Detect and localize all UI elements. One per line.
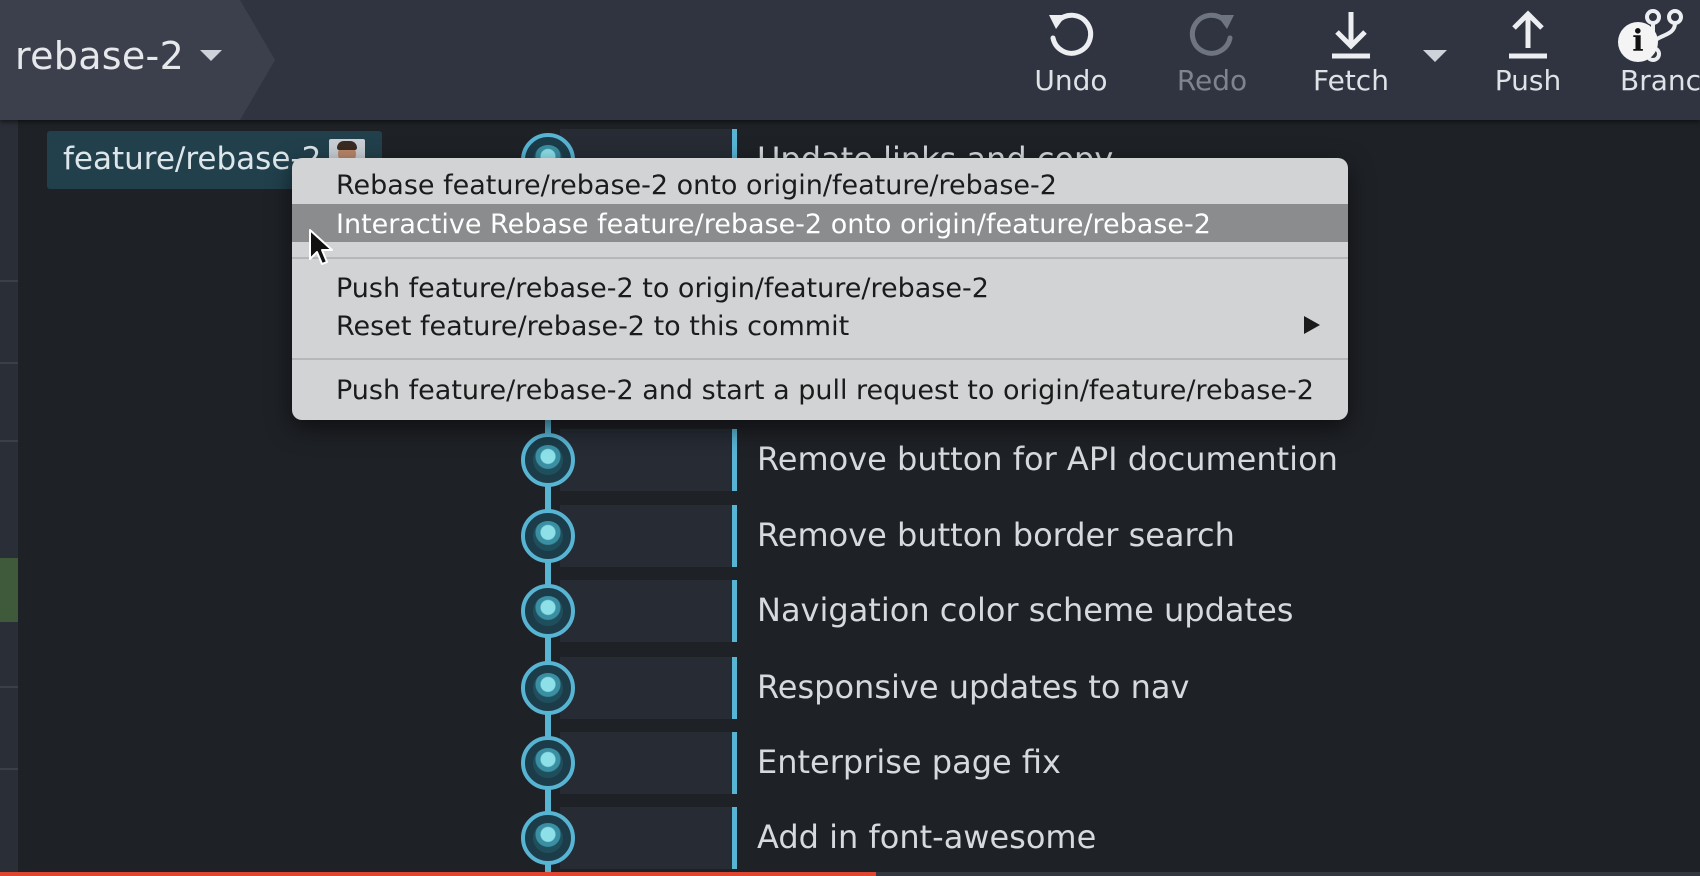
divider	[0, 768, 18, 770]
divider	[0, 686, 18, 688]
fetch-button[interactable]: Fetch	[1310, 0, 1392, 110]
info-icon[interactable]: i	[1618, 22, 1658, 62]
commit-node-icon[interactable]	[521, 584, 575, 638]
menu-separator	[292, 257, 1348, 259]
commit-node-icon[interactable]	[521, 736, 575, 790]
commit-message: Enterprise page fix	[757, 743, 1061, 781]
menu-item-label: Push feature/rebase-2 to origin/feature/…	[336, 273, 989, 304]
repo-selector[interactable]: rebase-2	[0, 0, 275, 120]
branch-ref-name: feature/rebase-2	[63, 141, 322, 177]
menu-item-label: Rebase feature/rebase-2 onto origin/feat…	[336, 170, 1057, 201]
fetch-label: Fetch	[1313, 64, 1389, 97]
chevron-right-icon	[1304, 316, 1320, 334]
commit-message: Remove button border search	[757, 516, 1235, 554]
commit-row[interactable]: Enterprise page fix	[560, 732, 1700, 794]
push-button[interactable]: Push	[1488, 0, 1568, 110]
commit-row[interactable]: Responsive updates to nav	[560, 657, 1700, 719]
commit-bar	[560, 580, 735, 642]
push-label: Push	[1494, 64, 1562, 97]
commit-bar-edge	[732, 807, 737, 869]
commit-bar	[560, 505, 735, 567]
menu-item-interactive-rebase[interactable]: Interactive Rebase feature/rebase-2 onto…	[292, 204, 1348, 242]
commit-bar-edge	[732, 429, 737, 491]
menu-item-reset[interactable]: Reset feature/rebase-2 to this commit	[292, 306, 1348, 344]
menu-item-label: Interactive Rebase feature/rebase-2 onto…	[336, 209, 1211, 240]
upload-arrow-icon	[1503, 8, 1553, 66]
commit-node-icon[interactable]	[521, 661, 575, 715]
commit-node-icon[interactable]	[521, 509, 575, 563]
progress-fill	[0, 872, 876, 876]
undo-button[interactable]: Undo	[1030, 0, 1112, 110]
undo-label: Undo	[1034, 64, 1108, 97]
toolbar: rebase-2 Undo Redo Fetch Push Branc	[0, 0, 1700, 120]
branch-marker	[0, 558, 18, 622]
redo-icon	[1185, 8, 1239, 66]
commit-bar-edge	[732, 657, 737, 719]
commit-bar-edge	[732, 505, 737, 567]
commit-node-icon[interactable]	[521, 433, 575, 487]
commit-bar	[560, 807, 735, 869]
undo-icon	[1044, 8, 1098, 66]
menu-item-label: Reset feature/rebase-2 to this commit	[336, 311, 850, 342]
caret-down-icon[interactable]	[200, 50, 222, 61]
commit-bar	[560, 657, 735, 719]
mouse-pointer-icon	[307, 228, 335, 272]
commit-row[interactable]: Remove button border search	[560, 505, 1700, 567]
redo-label: Redo	[1176, 64, 1248, 97]
download-arrow-icon	[1326, 8, 1376, 66]
context-menu: Rebase feature/rebase-2 onto origin/feat…	[292, 158, 1348, 420]
divider	[0, 280, 18, 282]
commit-bar-edge	[732, 732, 737, 794]
commit-message: Remove button for API documention	[757, 440, 1338, 478]
video-progress-bar[interactable]	[0, 872, 1700, 876]
commit-node-icon[interactable]	[521, 811, 575, 865]
commit-message: Add in font-awesome	[757, 818, 1097, 856]
repo-name[interactable]: rebase-2	[15, 34, 184, 78]
commit-message: Navigation color scheme updates	[757, 591, 1294, 629]
menu-item-push-pull-request[interactable]: Push feature/rebase-2 and start a pull r…	[292, 370, 1348, 408]
menu-item-rebase[interactable]: Rebase feature/rebase-2 onto origin/feat…	[292, 165, 1348, 203]
menu-item-label: Push feature/rebase-2 and start a pull r…	[336, 375, 1314, 406]
redo-button[interactable]: Redo	[1172, 0, 1252, 110]
commit-row[interactable]: Navigation color scheme updates	[560, 580, 1700, 642]
menu-separator	[292, 358, 1348, 360]
divider	[0, 440, 18, 442]
left-panel-edge	[0, 120, 18, 876]
commit-message: Responsive updates to nav	[757, 668, 1190, 706]
commit-row[interactable]: Add in font-awesome	[560, 807, 1700, 869]
commit-bar	[560, 732, 735, 794]
commit-bar	[560, 429, 735, 491]
divider	[0, 362, 18, 364]
fetch-dropdown-icon[interactable]	[1423, 50, 1447, 62]
commit-bar-edge	[732, 580, 737, 642]
commit-row[interactable]: Remove button for API documention	[560, 429, 1700, 491]
branch-label-text: Branc	[1620, 64, 1700, 97]
menu-item-push[interactable]: Push feature/rebase-2 to origin/feature/…	[292, 268, 1348, 306]
